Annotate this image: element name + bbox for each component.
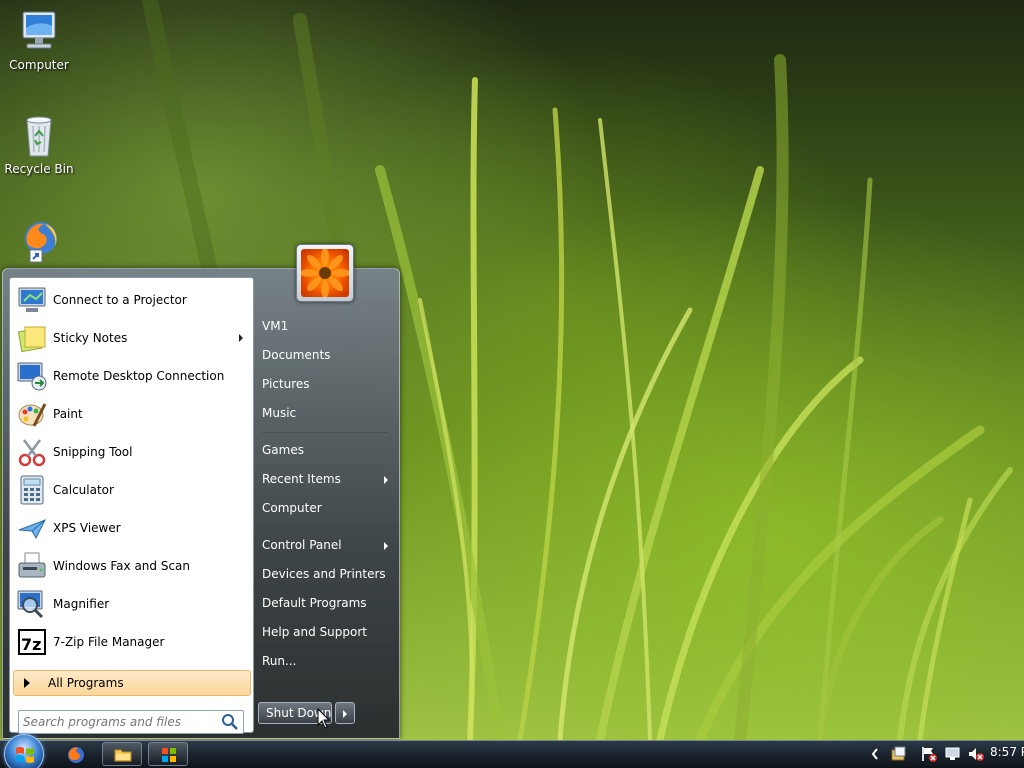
desktop-icon-label: Computer [9, 58, 69, 72]
link-games[interactable]: Games [262, 443, 304, 457]
snipping-tool-icon [18, 439, 46, 467]
fax-scan-icon [18, 552, 46, 578]
link-pictures[interactable]: Pictures [262, 377, 310, 391]
desktop-icon-firefox[interactable] [1, 216, 77, 266]
projector-icon [18, 287, 46, 312]
link-control-panel[interactable]: Control Panel [262, 538, 342, 552]
submenu-arrow-icon [384, 476, 388, 484]
search-icon[interactable] [220, 712, 240, 732]
magnifier-icon [17, 590, 44, 619]
program-remote-desktop[interactable]: Remote Desktop Connection [13, 358, 251, 394]
volume-muted-icon[interactable] [967, 744, 985, 764]
search-programs-box[interactable] [18, 710, 244, 734]
link-music[interactable]: Music [262, 406, 296, 420]
sticky-notes-icon [17, 326, 46, 353]
link-run[interactable]: Run... [262, 654, 296, 668]
link-help-support[interactable]: Help and Support [262, 625, 367, 639]
taskbar-firefox[interactable] [55, 742, 95, 766]
calculator-icon [20, 475, 44, 505]
separator [262, 432, 388, 433]
all-programs-button[interactable]: All Programs [13, 670, 251, 696]
taskbar-explorer[interactable] [102, 742, 142, 766]
computer-icon [22, 11, 56, 49]
link-default-programs[interactable]: Default Programs [262, 596, 367, 610]
taskbar-media-player[interactable] [148, 742, 188, 766]
program-label: Paint [53, 407, 83, 421]
link-documents[interactable]: Documents [262, 348, 330, 362]
program-label: Connect to a Projector [53, 293, 187, 307]
program-snipping-tool[interactable]: Snipping Tool [13, 434, 251, 470]
xps-viewer-icon [18, 519, 47, 540]
flag-error-icon[interactable] [920, 744, 938, 764]
start-menu: Connect to a Projector Sticky Notes Remo… [2, 268, 400, 739]
program-label: XPS Viewer [53, 521, 121, 535]
program-magnifier[interactable]: Magnifier [13, 586, 251, 622]
network-icon[interactable] [944, 744, 962, 764]
program-label: Windows Fax and Scan [53, 559, 191, 573]
separator [262, 527, 388, 528]
firefox-icon [68, 747, 84, 763]
program-fax-scan[interactable]: Windows Fax and Scan [13, 548, 251, 584]
programs-pane: Connect to a Projector Sticky Notes Remo… [9, 277, 254, 734]
program-label: 7-Zip File Manager [53, 635, 165, 649]
start-button[interactable] [4, 734, 44, 768]
mouse-cursor-icon [317, 708, 331, 729]
link-recent-items[interactable]: Recent Items [262, 472, 341, 486]
program-label: Snipping Tool [53, 445, 133, 459]
recycle-bin-icon [26, 116, 52, 157]
program-label: Calculator [53, 483, 114, 497]
program-7zip[interactable]: 7z 7-Zip File Manager [13, 624, 251, 660]
remote-desktop-icon [17, 362, 47, 391]
all-programs-label: All Programs [48, 676, 124, 690]
flower-picture-icon [301, 249, 349, 297]
search-input[interactable] [19, 712, 220, 732]
windows-logo-icon [16, 747, 34, 763]
desktop-icon-label: Recycle Bin [4, 162, 74, 176]
7zip-icon: 7z [18, 629, 46, 655]
program-label: Sticky Notes [53, 331, 128, 345]
submenu-arrow-icon [239, 334, 243, 342]
program-label: Remote Desktop Connection [53, 369, 225, 383]
program-sticky-notes[interactable]: Sticky Notes [13, 320, 251, 356]
program-connect-projector[interactable]: Connect to a Projector [13, 282, 251, 318]
link-computer[interactable]: Computer [262, 501, 322, 515]
shutdown-options-button[interactable] [335, 702, 355, 724]
program-label: Magnifier [53, 597, 110, 611]
user-account-picture[interactable] [296, 244, 354, 302]
link-devices-printers[interactable]: Devices and Printers [262, 567, 386, 581]
firefox-shortcut-icon [25, 222, 57, 263]
desktop-icon-computer[interactable]: Computer [1, 8, 77, 72]
paint-icon [18, 403, 47, 427]
program-calculator[interactable]: Calculator [13, 472, 251, 508]
link-user-folder[interactable]: VM1 [262, 319, 288, 333]
svg-text:7z: 7z [21, 635, 41, 654]
submenu-arrow-icon [384, 542, 388, 550]
media-player-icon [162, 748, 176, 762]
desktop-icon-recycle-bin[interactable]: Recycle Bin [1, 112, 77, 176]
action-center-icon[interactable] [891, 744, 907, 764]
show-hidden-icons-icon[interactable] [870, 744, 880, 764]
program-xps-viewer[interactable]: XPS Viewer [13, 510, 251, 546]
explorer-folder-icon [114, 749, 132, 762]
clock[interactable]: 8:57 P [990, 745, 1024, 759]
expand-arrow-icon [24, 678, 30, 688]
program-paint[interactable]: Paint [13, 396, 251, 432]
